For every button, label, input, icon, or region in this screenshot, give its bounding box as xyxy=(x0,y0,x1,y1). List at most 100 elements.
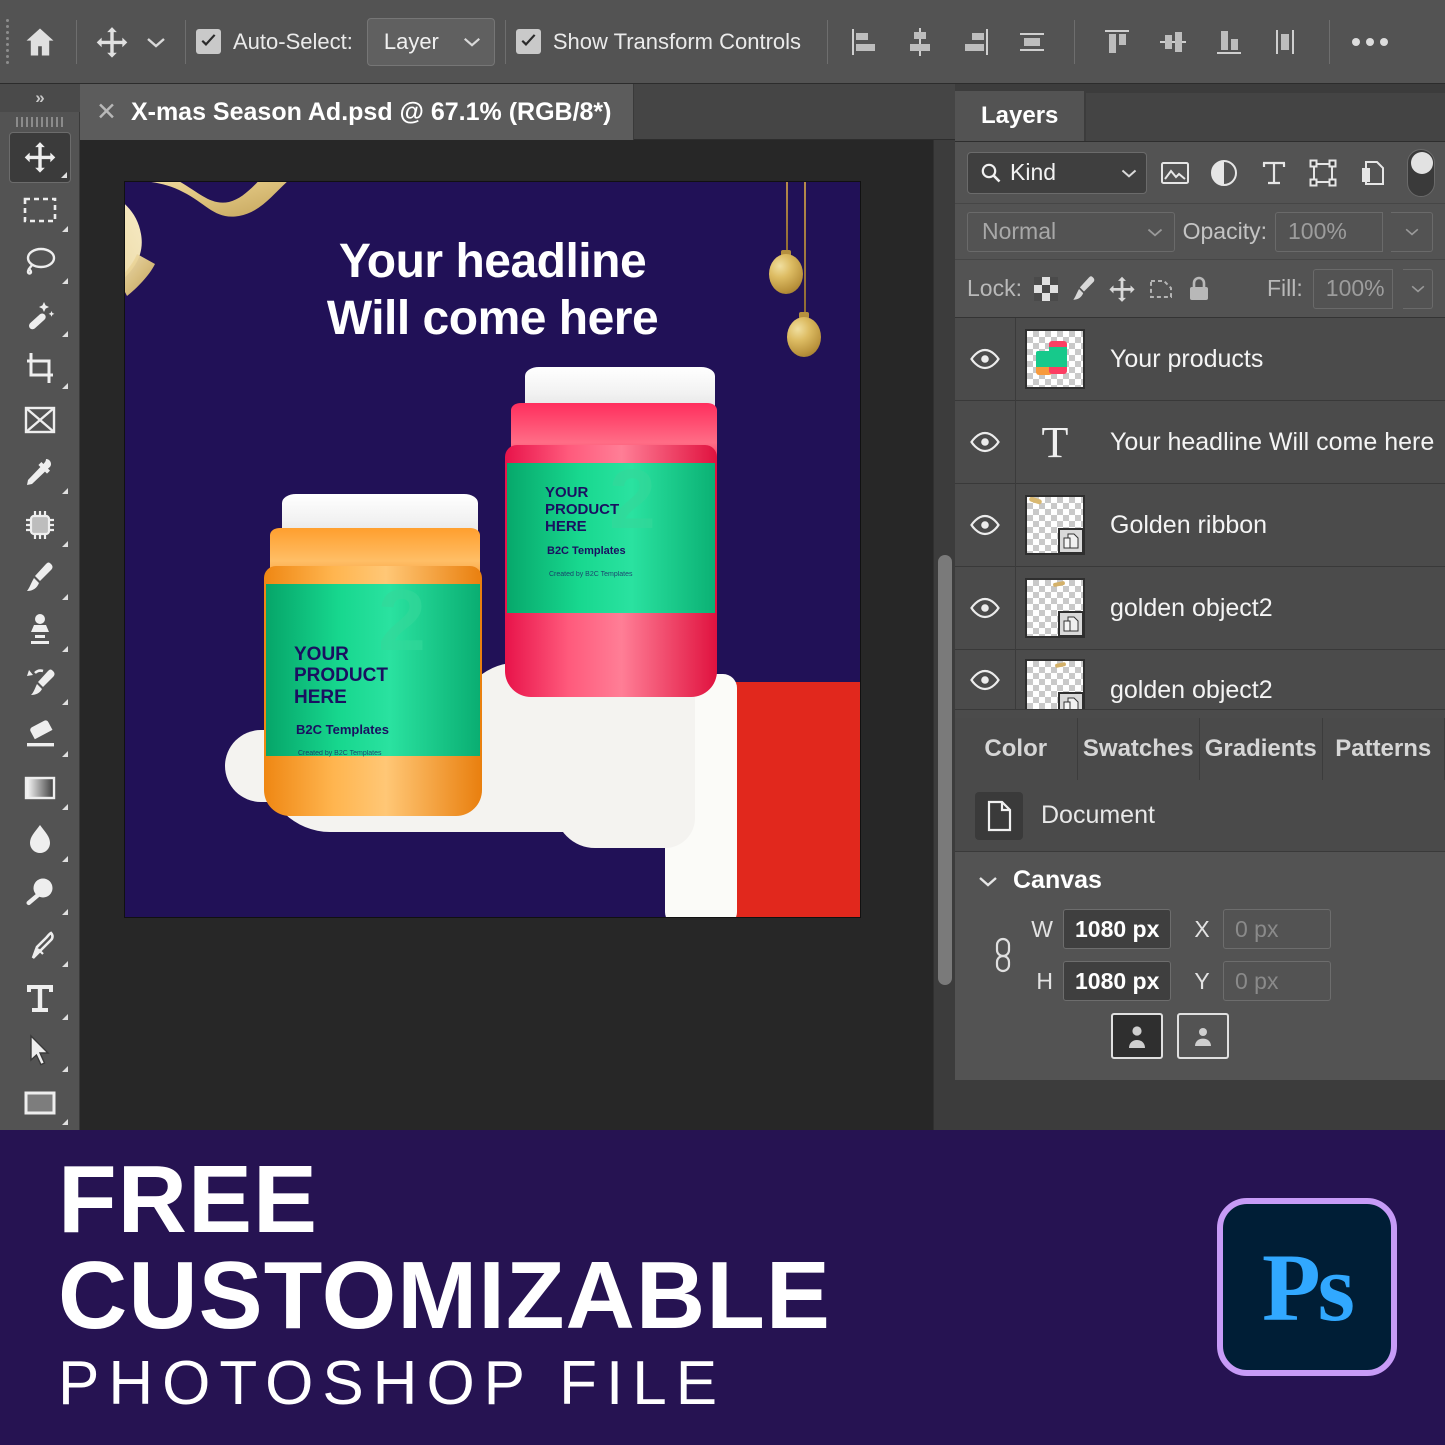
show-transform-controls-checkbox[interactable] xyxy=(515,29,541,54)
document-tab[interactable]: ✕ X-mas Season Ad.psd @ 67.1% (RGB/8*) xyxy=(80,84,635,140)
height-input[interactable]: 1080 px xyxy=(1063,961,1171,1001)
canvas-section-header[interactable]: Canvas xyxy=(955,866,1445,895)
label-line-1: YOUR xyxy=(545,484,589,501)
align-left-edges-button[interactable] xyxy=(838,14,890,70)
tool-dodge[interactable] xyxy=(9,867,71,919)
align-top-edges-button[interactable] xyxy=(1091,14,1143,70)
opacity-input[interactable]: 100% xyxy=(1275,211,1383,252)
align-vertical-centers-button[interactable] xyxy=(1147,14,1199,70)
artboard[interactable]: Your headline Will come here 2 YOUR PROD… xyxy=(125,182,860,917)
blend-mode-dropdown[interactable]: Normal xyxy=(967,211,1175,252)
document-tab-bar: ✕ X-mas Season Ad.psd @ 67.1% (RGB/8*) xyxy=(80,84,955,140)
tab-layers[interactable]: Layers xyxy=(955,91,1085,141)
fill-stepper[interactable] xyxy=(1403,268,1433,309)
table-row[interactable]: golden object2 xyxy=(955,650,1445,710)
filter-smart-objects-button[interactable] xyxy=(1351,150,1395,196)
align-bottom-edges-button[interactable] xyxy=(1203,14,1255,70)
tab-gradients[interactable]: Gradients xyxy=(1200,718,1323,780)
lock-transparent-pixels-button[interactable] xyxy=(1032,269,1060,309)
tool-lasso[interactable] xyxy=(9,237,71,289)
tool-brush[interactable] xyxy=(9,552,71,604)
layer-visibility-toggle[interactable] xyxy=(955,431,1015,453)
tool-horizontal-type[interactable] xyxy=(9,972,71,1024)
opacity-stepper[interactable] xyxy=(1391,211,1433,252)
tab-gradients-label: Gradients xyxy=(1204,735,1317,762)
tool-blur[interactable] xyxy=(9,815,71,867)
filter-adjustment-layers-button[interactable] xyxy=(1203,150,1247,196)
toolbar-grip[interactable] xyxy=(0,112,80,132)
layer-visibility-toggle[interactable] xyxy=(955,514,1015,536)
tool-eyedropper[interactable] xyxy=(9,447,71,499)
align-right-edges-button[interactable] xyxy=(950,14,1002,70)
tool-move[interactable] xyxy=(8,131,71,184)
layer-visibility-toggle[interactable] xyxy=(955,669,1015,691)
canvas-vertical-scrollbar[interactable] xyxy=(933,140,955,1130)
y-input[interactable]: 0 px xyxy=(1223,961,1331,1001)
lock-all-button[interactable] xyxy=(1185,269,1213,309)
table-row[interactable]: Golden ribbon xyxy=(955,483,1445,567)
divider xyxy=(1329,19,1331,64)
table-row[interactable]: Your products xyxy=(955,318,1445,401)
lock-image-pixels-button[interactable] xyxy=(1070,269,1098,309)
tool-path-selection[interactable] xyxy=(9,1025,71,1077)
auto-select-checkbox[interactable] xyxy=(196,29,221,54)
auto-select-scope-dropdown[interactable]: Layer xyxy=(366,17,495,66)
home-button[interactable] xyxy=(14,14,66,70)
tool-history-brush[interactable] xyxy=(9,657,71,709)
filter-enable-toggle[interactable] xyxy=(1406,148,1435,197)
link-dimensions-button[interactable] xyxy=(975,935,1031,975)
color-panel-tab-bar: Color Swatches Gradients Patterns xyxy=(955,718,1445,780)
canvas-scrollbar-thumb[interactable] xyxy=(938,555,952,985)
tab-patterns[interactable]: Patterns xyxy=(1322,718,1445,780)
panel-tab-empty-area xyxy=(1086,93,1445,141)
chevron-down-icon xyxy=(979,876,997,887)
magic-wand-icon xyxy=(28,302,54,330)
divider xyxy=(1074,19,1076,64)
layer-filter-kind-dropdown[interactable]: Kind xyxy=(967,151,1147,194)
filter-type-layers-button[interactable] xyxy=(1252,150,1296,196)
filter-shape-layers-button[interactable] xyxy=(1302,150,1346,196)
tool-flyout-indicator xyxy=(61,856,68,863)
fill-input[interactable]: 100% xyxy=(1312,268,1394,309)
tool-spot-healing-brush[interactable] xyxy=(9,499,71,551)
align-horizontal-centers-button[interactable] xyxy=(894,14,946,70)
options-bar-grip[interactable] xyxy=(0,0,14,84)
x-input[interactable]: 0 px xyxy=(1223,909,1331,949)
layer-thumbnail-cell xyxy=(1016,329,1094,389)
distribute-vertically-button[interactable] xyxy=(1259,14,1311,70)
lock-position-button[interactable] xyxy=(1108,269,1136,309)
tool-rectangular-marquee[interactable] xyxy=(9,184,71,236)
right-panel-dock: Layers Kind Normal Opacity: 100% Lock: F… xyxy=(955,84,1445,1130)
tool-preset-dropdown[interactable] xyxy=(137,14,175,70)
blend-mode-value: Normal xyxy=(982,218,1057,244)
landscape-orientation-button[interactable] xyxy=(1177,1013,1229,1059)
tool-frame[interactable] xyxy=(9,394,71,446)
table-row[interactable]: T Your headline Will come here xyxy=(955,400,1445,484)
chevron-down-icon xyxy=(1147,228,1162,236)
layer-visibility-toggle[interactable] xyxy=(955,348,1015,370)
tool-eraser[interactable] xyxy=(9,710,71,762)
close-icon[interactable]: ✕ xyxy=(96,99,117,125)
tool-pen[interactable] xyxy=(9,920,71,972)
tab-swatches[interactable]: Swatches xyxy=(1077,718,1200,780)
tool-rectangle-shape[interactable] xyxy=(9,1077,71,1129)
prevent-artboard-nesting-button[interactable] xyxy=(1147,269,1175,309)
more-options-button[interactable] xyxy=(1344,14,1396,70)
distribute-horizontally-button[interactable] xyxy=(1006,14,1058,70)
tool-object-selection[interactable] xyxy=(9,289,71,341)
collapse-toolbar-button[interactable]: » xyxy=(0,84,80,112)
filter-pixel-layers-button[interactable] xyxy=(1153,150,1197,196)
layer-visibility-toggle[interactable] xyxy=(955,597,1015,619)
portrait-orientation-button[interactable] xyxy=(1111,1013,1163,1059)
canvas-area[interactable]: Your headline Will come here 2 YOUR PROD… xyxy=(80,140,955,1130)
document-icon-button[interactable] xyxy=(975,791,1023,840)
table-row[interactable]: golden object2 xyxy=(955,566,1445,650)
tool-clone-stamp[interactable] xyxy=(9,605,71,657)
tab-color[interactable]: Color xyxy=(955,718,1078,780)
tool-gradient[interactable] xyxy=(9,762,71,814)
layers-list[interactable]: Your products T Your headline Will come … xyxy=(955,318,1445,718)
jar-label-text-pink: YOUR PRODUCT HERE xyxy=(545,484,619,535)
width-input[interactable]: 1080 px xyxy=(1063,909,1171,949)
tool-crop[interactable] xyxy=(9,342,71,394)
active-tool-button[interactable] xyxy=(87,14,137,70)
